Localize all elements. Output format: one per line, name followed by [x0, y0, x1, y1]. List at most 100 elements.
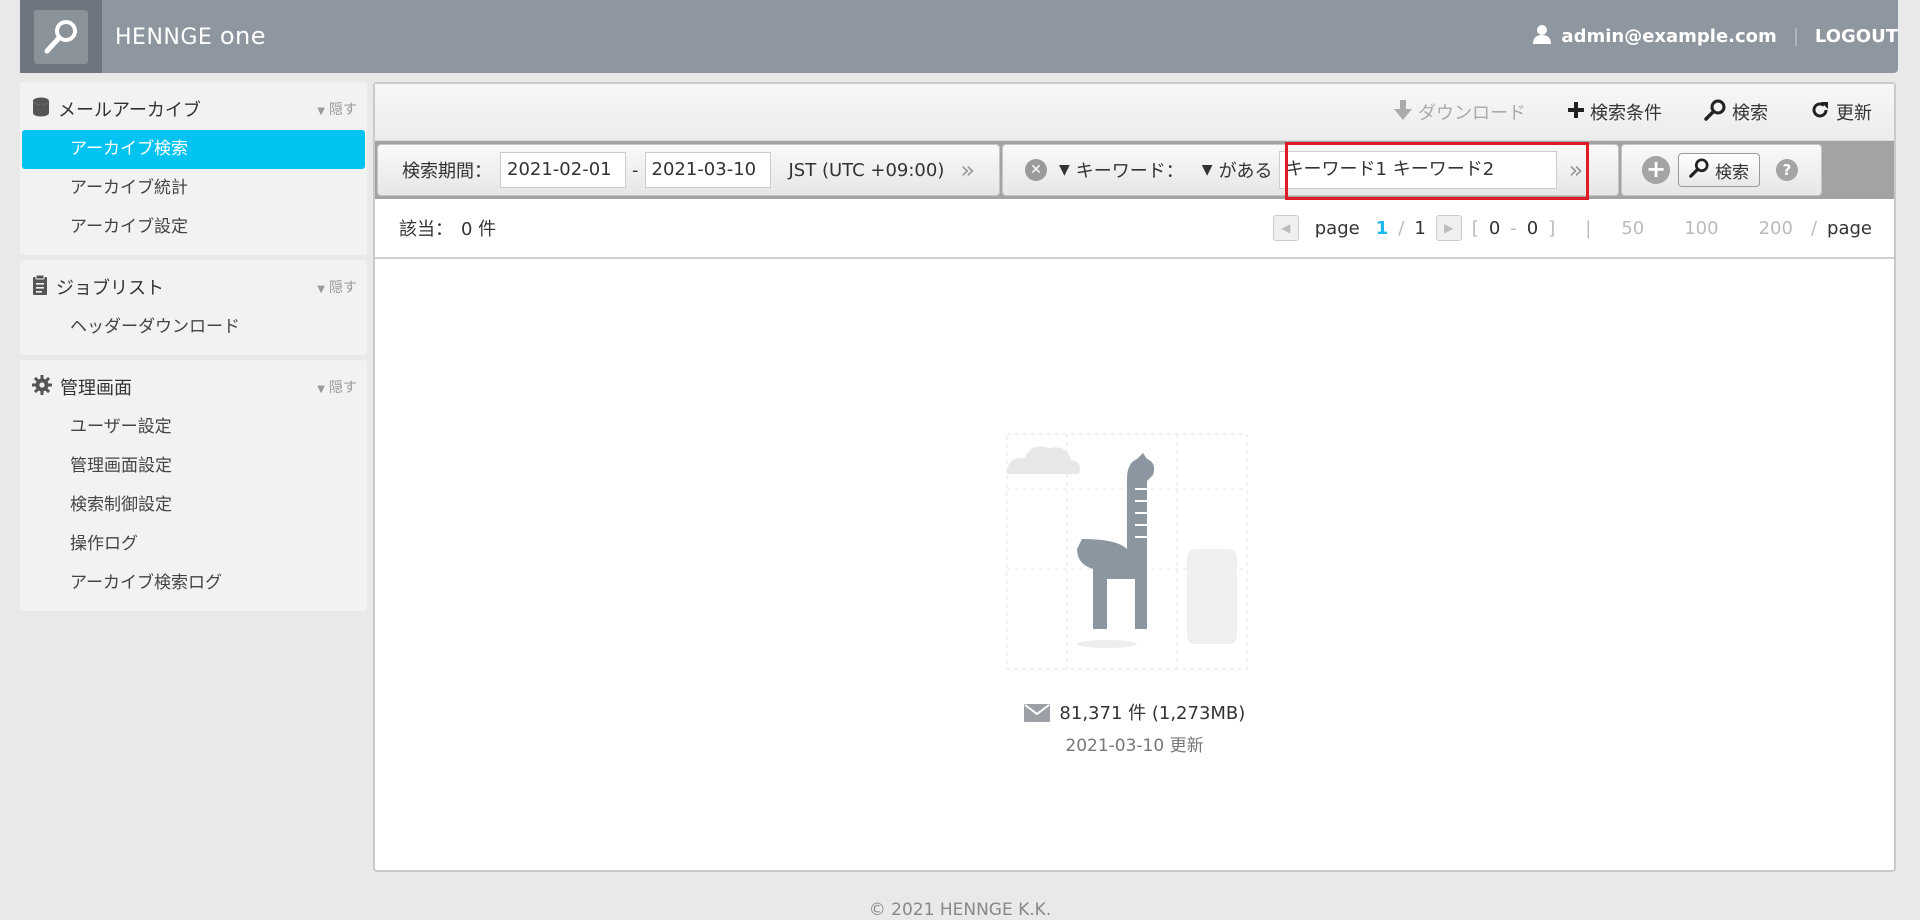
giraffe-illustration: [997, 429, 1257, 683]
section-title: 管理画面: [60, 378, 132, 399]
page-slash: /: [1398, 217, 1405, 239]
result-label: 該当：: [399, 219, 453, 240]
page-word: page: [1314, 217, 1360, 239]
sidebar-item-operation-log[interactable]: 操作ログ: [20, 525, 367, 564]
page-size-50[interactable]: 50: [1621, 218, 1644, 239]
mode-dropdown-arrow-icon[interactable]: ▼: [1202, 162, 1213, 178]
range-open: [: [1471, 217, 1479, 239]
conditions-label: 検索条件: [1590, 103, 1662, 124]
hide-toggle[interactable]: ▼ 隠す: [317, 277, 357, 297]
sidebar-item-archive-settings[interactable]: アーカイブ設定: [20, 208, 367, 247]
prev-page-icon[interactable]: ◀: [1272, 215, 1299, 241]
date-to-input[interactable]: 2021-03-10: [644, 152, 771, 188]
filter-bar: 検索期間： 2021-02-01 - 2021-03-10 JST (UTC +…: [375, 141, 1894, 199]
sidebar-item-search-control[interactable]: 検索制御設定: [20, 486, 367, 525]
stats-summary: 81,371 件 (1,273MB): [1059, 703, 1246, 724]
logout-link[interactable]: LOGOUT: [1815, 26, 1898, 47]
sidebar-section-admin: 管理画面 ▼ 隠す ユーザー設定 管理画面設定 検索制御設定 操作ログ アーカイブ…: [20, 360, 367, 611]
page-size-200[interactable]: 200: [1759, 218, 1793, 239]
expand-period-icon[interactable]: »: [960, 156, 975, 184]
section-title: ジョブリスト: [56, 278, 164, 299]
help-icon[interactable]: ?: [1776, 159, 1798, 181]
envelope-icon: [1023, 704, 1050, 727]
search-conditions-button[interactable]: 検索条件: [1568, 99, 1662, 125]
empty-results-area: 81,371 件 (1,273MB) 2021-03-10 更新: [375, 259, 1894, 871]
sidebar-item-admin-settings[interactable]: 管理画面設定: [20, 447, 367, 486]
search-button-label: 検索: [1715, 162, 1749, 183]
period-filter: 検索期間： 2021-02-01 - 2021-03-10 JST (UTC +…: [377, 144, 1000, 196]
expand-keyword-icon[interactable]: »: [1569, 156, 1584, 184]
hide-toggle[interactable]: ▼ 隠す: [317, 377, 357, 397]
range-close: ]: [1548, 217, 1556, 239]
gear-icon: [32, 375, 52, 399]
keyword-mode-select[interactable]: がある: [1219, 157, 1273, 183]
section-title: メールアーカイブ: [58, 100, 201, 121]
magnifier-icon: [34, 9, 88, 64]
keyword-field-label[interactable]: キーワード：: [1076, 157, 1184, 183]
stats-updated: 2021-03-10 更新: [1065, 736, 1204, 756]
plus-icon: [1568, 101, 1584, 123]
next-page-icon[interactable]: ▶: [1435, 215, 1462, 241]
stats-summary-row: 81,371 件 (1,273MB): [375, 699, 1894, 727]
result-bar: 該当： 0 件 ◀ page 1 / 1 ▶ [ 0 - 0 ] | 50 10…: [375, 199, 1894, 259]
period-label: 検索期間：: [402, 161, 492, 182]
keyword-filter: ✕ ▼ キーワード： ▼ がある キーワード1 キーワード2 »: [1002, 144, 1619, 196]
hide-toggle[interactable]: ▼ 隠す: [317, 99, 357, 119]
timezone-label[interactable]: JST (UTC +09:00): [789, 160, 945, 181]
add-condition-icon[interactable]: +: [1642, 156, 1670, 184]
remove-condition-icon[interactable]: ✕: [1025, 159, 1047, 181]
database-icon: [32, 97, 50, 121]
range-separator: -: [1510, 217, 1517, 239]
current-page[interactable]: 1: [1376, 218, 1389, 239]
search-icon: [1689, 157, 1709, 183]
app-logo[interactable]: [20, 0, 102, 73]
archive-stats: 81,371 件 (1,273MB) 2021-03-10 更新: [375, 699, 1894, 756]
section-header[interactable]: ジョブリスト ▼ 隠す: [20, 274, 367, 308]
page-size-100[interactable]: 100: [1684, 218, 1718, 239]
search-label: 検索: [1732, 103, 1768, 124]
main-panel: ダウンロード 検索条件 検索 更新 検索期間： 2021-02-01 - 202…: [373, 82, 1896, 872]
section-header[interactable]: 管理画面 ▼ 隠す: [20, 374, 367, 408]
refresh-label: 更新: [1836, 103, 1872, 124]
footer-copyright: © 2021 HENNGE K.K.: [868, 900, 1052, 920]
search-icon: [1704, 99, 1726, 126]
filter-search-button[interactable]: 検索: [1678, 153, 1760, 187]
toolbar-search-button[interactable]: 検索: [1704, 99, 1768, 126]
refresh-button[interactable]: 更新: [1810, 99, 1872, 125]
action-toolbar: ダウンロード 検索条件 検索 更新: [375, 84, 1894, 141]
result-count: 0 件: [461, 219, 497, 240]
header-separator: |: [1792, 26, 1799, 47]
date-from-input[interactable]: 2021-02-01: [500, 152, 626, 188]
brand-name: HENNGE one: [115, 22, 266, 50]
pagination: ◀ page 1 / 1 ▶ [ 0 - 0 ] | 50 100 200 / …: [1272, 215, 1872, 241]
sidebar-item-archive-stats[interactable]: アーカイブ統計: [20, 169, 367, 208]
download-button[interactable]: ダウンロード: [1394, 99, 1526, 125]
date-separator: -: [632, 159, 639, 181]
sidebar-section-mail-archive: メールアーカイブ ▼ 隠す アーカイブ検索 アーカイブ統計 アーカイブ設定: [20, 82, 367, 255]
sidebar: メールアーカイブ ▼ 隠す アーカイブ検索 アーカイブ統計 アーカイブ設定 ジョブ…: [20, 82, 367, 616]
refresh-icon: [1810, 100, 1830, 125]
download-arrow-icon: [1394, 99, 1412, 125]
field-dropdown-arrow-icon[interactable]: ▼: [1059, 162, 1070, 178]
brand-suffix: one: [219, 22, 266, 50]
user-icon: [1533, 24, 1552, 49]
total-pages: 1: [1414, 217, 1426, 239]
user-email[interactable]: admin@example.com: [1561, 26, 1776, 47]
range-to: 0: [1526, 217, 1539, 239]
per-page-label: page: [1827, 217, 1872, 239]
keyword-input[interactable]: キーワード1 キーワード2: [1278, 151, 1557, 189]
section-header[interactable]: メールアーカイブ ▼ 隠す: [20, 96, 367, 130]
clipboard-icon: [32, 274, 48, 300]
range-from: 0: [1488, 217, 1501, 239]
sidebar-section-job-list: ジョブリスト ▼ 隠す ヘッダーダウンロード: [20, 260, 367, 355]
download-label: ダウンロード: [1418, 103, 1526, 124]
brand-text: HENNGE: [115, 25, 213, 50]
sidebar-item-user-settings[interactable]: ユーザー設定: [20, 408, 367, 447]
sidebar-item-header-download[interactable]: ヘッダーダウンロード: [20, 308, 367, 347]
search-actions: + 検索 ?: [1621, 144, 1822, 196]
top-header: HENNGE one admin@example.com | LOGOUT: [20, 0, 1898, 73]
per-page-slash: /: [1810, 217, 1818, 239]
sidebar-item-archive-search[interactable]: アーカイブ検索: [22, 130, 365, 169]
sidebar-item-archive-search-log[interactable]: アーカイブ検索ログ: [20, 564, 367, 603]
pager-divider: |: [1585, 217, 1592, 239]
